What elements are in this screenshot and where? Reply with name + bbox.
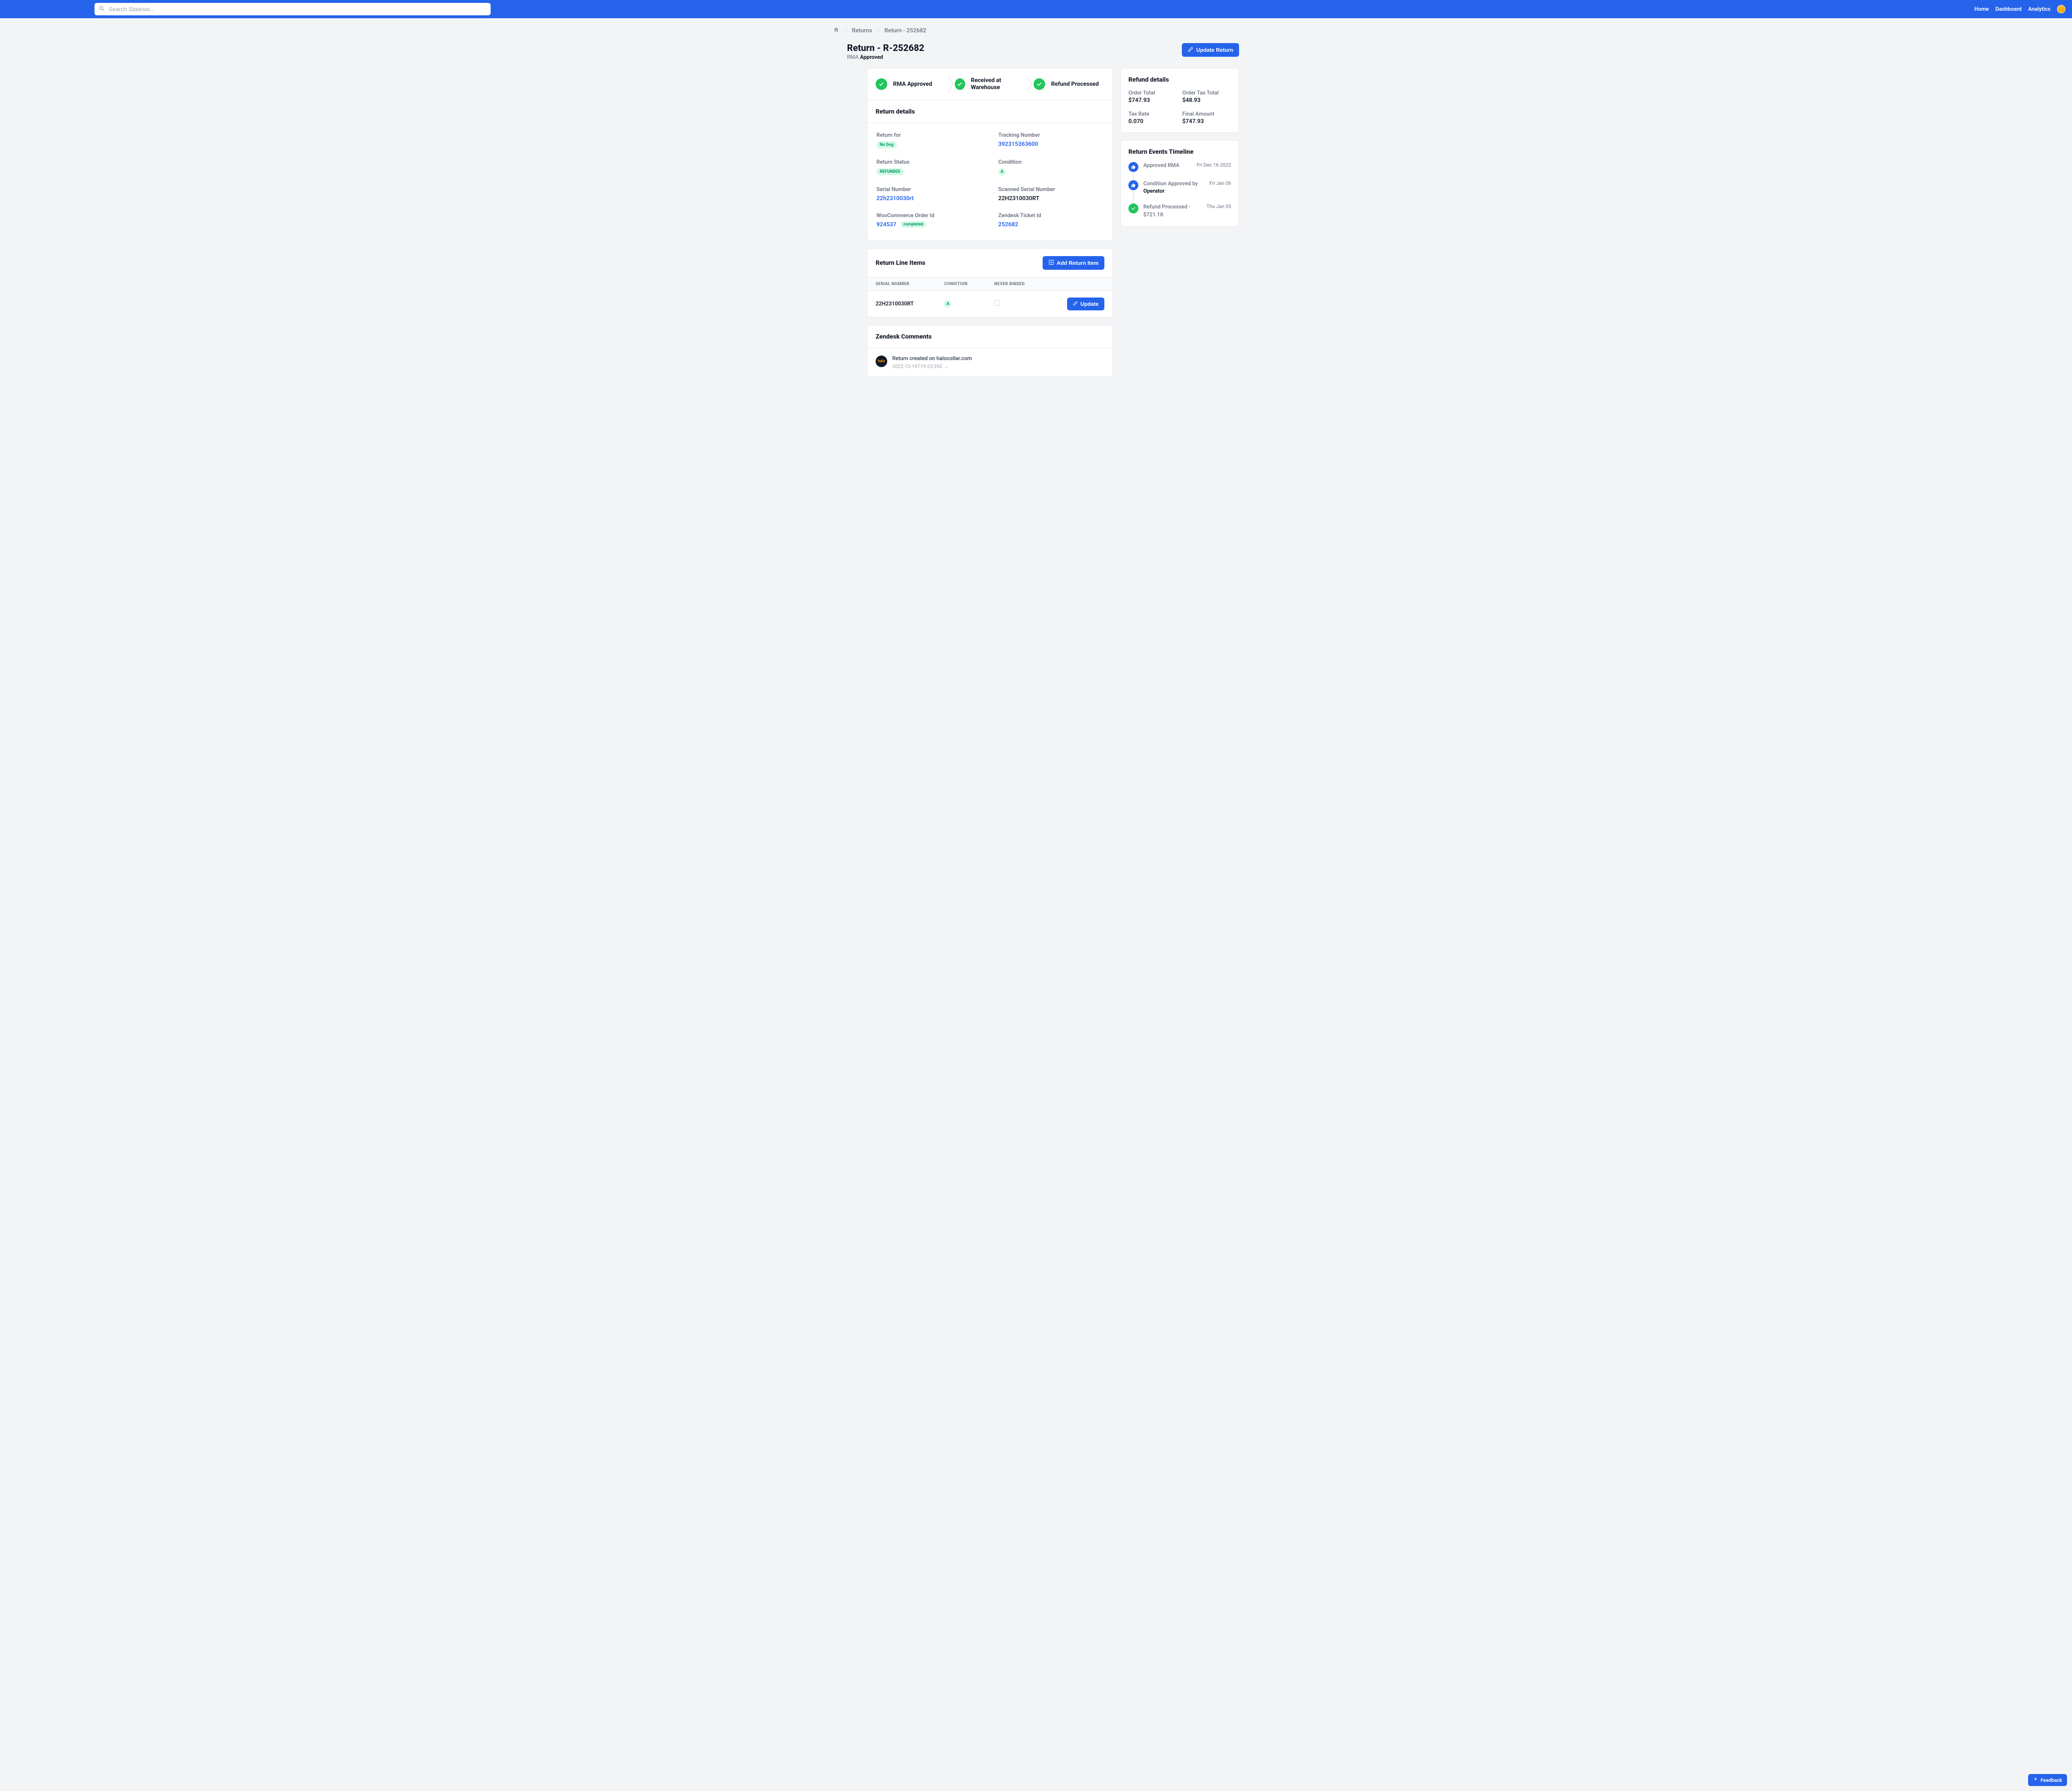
check-icon bbox=[876, 78, 887, 90]
return-for-badge: No Dog bbox=[876, 141, 897, 148]
col-serial: SERIAL NUMBER bbox=[867, 277, 936, 290]
feedback-label: Feedback bbox=[2041, 1777, 2062, 1783]
add-return-item-button[interactable]: Add Return Item bbox=[1043, 256, 1104, 270]
comment-text: Return created on halocollar.com bbox=[892, 356, 972, 362]
chevron-right-icon bbox=[1025, 76, 1034, 92]
timeline-card: Return Events Timeline Approved RMAFri D… bbox=[1121, 140, 1239, 227]
woo-status-badge: completed bbox=[900, 221, 926, 228]
feedback-button[interactable]: Feedback bbox=[2028, 1774, 2067, 1786]
nav-links: Home Dashboard Analytics bbox=[1974, 5, 2065, 13]
avatar[interactable] bbox=[2057, 5, 2065, 13]
woo-order-link[interactable]: 924537 bbox=[876, 221, 896, 228]
breadcrumb-sep: / bbox=[877, 27, 880, 34]
status-badge: REFUNDED bbox=[876, 168, 904, 175]
col-condition: CONDITION bbox=[936, 277, 986, 290]
timeline-item: Condition Approved byOperatorFri Jan 06 bbox=[1128, 180, 1231, 203]
field-return-status: Return Status REFUNDED bbox=[876, 159, 982, 176]
field-tracking-number: Tracking Number 392315363600 bbox=[998, 132, 1104, 148]
check-icon bbox=[955, 78, 965, 90]
update-row-label: Update bbox=[1080, 301, 1099, 307]
step-rma-approved: RMA Approved bbox=[876, 78, 946, 90]
update-row-button[interactable]: Update bbox=[1067, 298, 1104, 310]
cell-serial: 22H2310030RT bbox=[867, 290, 936, 317]
tracking-link[interactable]: 392315363600 bbox=[998, 141, 1038, 148]
step-refund-processed: Refund Processed bbox=[1034, 78, 1104, 90]
search-input[interactable] bbox=[94, 3, 491, 15]
page-subtitle: RMA Approved bbox=[847, 54, 924, 61]
col-never-binded: NEVER BINDED bbox=[986, 277, 1045, 290]
serial-link[interactable]: 22h2310030rt bbox=[876, 195, 914, 202]
field-woo-order-id: WooCommerce Order Id 924537 completed bbox=[876, 213, 982, 228]
never-binded-checkbox[interactable] bbox=[994, 300, 1000, 306]
cell-never-binded bbox=[986, 290, 1045, 317]
line-items-heading: Return Line Items bbox=[876, 259, 925, 266]
line-items-table: SERIAL NUMBER CONDITION NEVER BINDED 22H… bbox=[867, 277, 1113, 317]
field-return-for: Return for No Dog bbox=[876, 132, 982, 148]
crumb-current: Return - 252682 bbox=[884, 27, 926, 34]
steps-card: RMA Approved Received at Warehouse Refun… bbox=[867, 68, 1113, 241]
home-icon[interactable] bbox=[833, 27, 840, 35]
timeline-item: Refund Processed - $721.18Thu Jan 05 bbox=[1128, 203, 1231, 218]
refund-details-card: Refund details Order Total$747.93 Order … bbox=[1121, 68, 1239, 133]
search-wrap bbox=[94, 3, 491, 15]
update-return-button[interactable]: Update Return bbox=[1182, 43, 1239, 57]
topbar: Home Dashboard Analytics bbox=[0, 0, 2072, 18]
nav-analytics[interactable]: Analytics bbox=[2028, 6, 2050, 12]
nav-home[interactable]: Home bbox=[1974, 6, 1989, 12]
line-items-card: Return Line Items Add Return Item SERIAL… bbox=[867, 248, 1113, 317]
return-details-heading: Return details bbox=[867, 100, 1113, 123]
refund-heading: Refund details bbox=[1128, 76, 1231, 83]
nav-dashboard[interactable]: Dashboard bbox=[1995, 6, 2021, 12]
check-icon bbox=[1034, 78, 1045, 90]
add-image-icon bbox=[1048, 259, 1054, 266]
breadcrumb-sep: / bbox=[845, 27, 847, 34]
zendesk-comments-heading: Zendesk Comments bbox=[867, 325, 1113, 348]
pencil-icon bbox=[1188, 46, 1193, 53]
add-return-item-label: Add Return Item bbox=[1057, 260, 1099, 266]
check-icon bbox=[1128, 203, 1138, 213]
field-condition: Condition A bbox=[998, 159, 1104, 176]
crumb-returns[interactable]: Returns bbox=[852, 27, 872, 34]
thumb-up-icon bbox=[1128, 162, 1138, 172]
comment-avatar: halo bbox=[876, 356, 887, 367]
update-return-label: Update Return bbox=[1196, 47, 1233, 53]
condition-badge: A bbox=[998, 168, 1006, 176]
field-zendesk-ticket: Zendesk Ticket Id 252682 bbox=[998, 213, 1104, 228]
table-row: 22H2310030RT A Update bbox=[867, 290, 1113, 317]
page-title: Return - R-252682 bbox=[847, 43, 924, 53]
zendesk-link[interactable]: 252682 bbox=[998, 221, 1018, 228]
pencil-icon bbox=[1073, 301, 1078, 307]
page-head: Return - R-252682 RMA Approved Update Re… bbox=[833, 43, 1239, 68]
comment-item: halo Return created on halocollar.com 20… bbox=[867, 348, 1113, 377]
comment-date: 2022-12-16T19:23:39Z → bbox=[892, 363, 972, 369]
thumb-up-icon bbox=[1128, 180, 1138, 190]
search-icon bbox=[99, 5, 104, 13]
timeline-item: Approved RMAFri Dec 16 2022 bbox=[1128, 162, 1231, 180]
sparkle-icon bbox=[2033, 1777, 2038, 1783]
field-serial-number: Serial Number 22h2310030rt bbox=[876, 186, 982, 202]
chevron-right-icon bbox=[946, 76, 955, 92]
cell-condition: A bbox=[936, 290, 986, 317]
breadcrumb: / Returns / Return - 252682 bbox=[833, 18, 1239, 43]
timeline-heading: Return Events Timeline bbox=[1128, 148, 1231, 155]
field-scanned-serial: Scanned Serial Number 22H2310030RT bbox=[998, 186, 1104, 202]
step-received: Received at Warehouse bbox=[955, 77, 1026, 91]
zendesk-comments-card: Zendesk Comments halo Return created on … bbox=[867, 325, 1113, 377]
